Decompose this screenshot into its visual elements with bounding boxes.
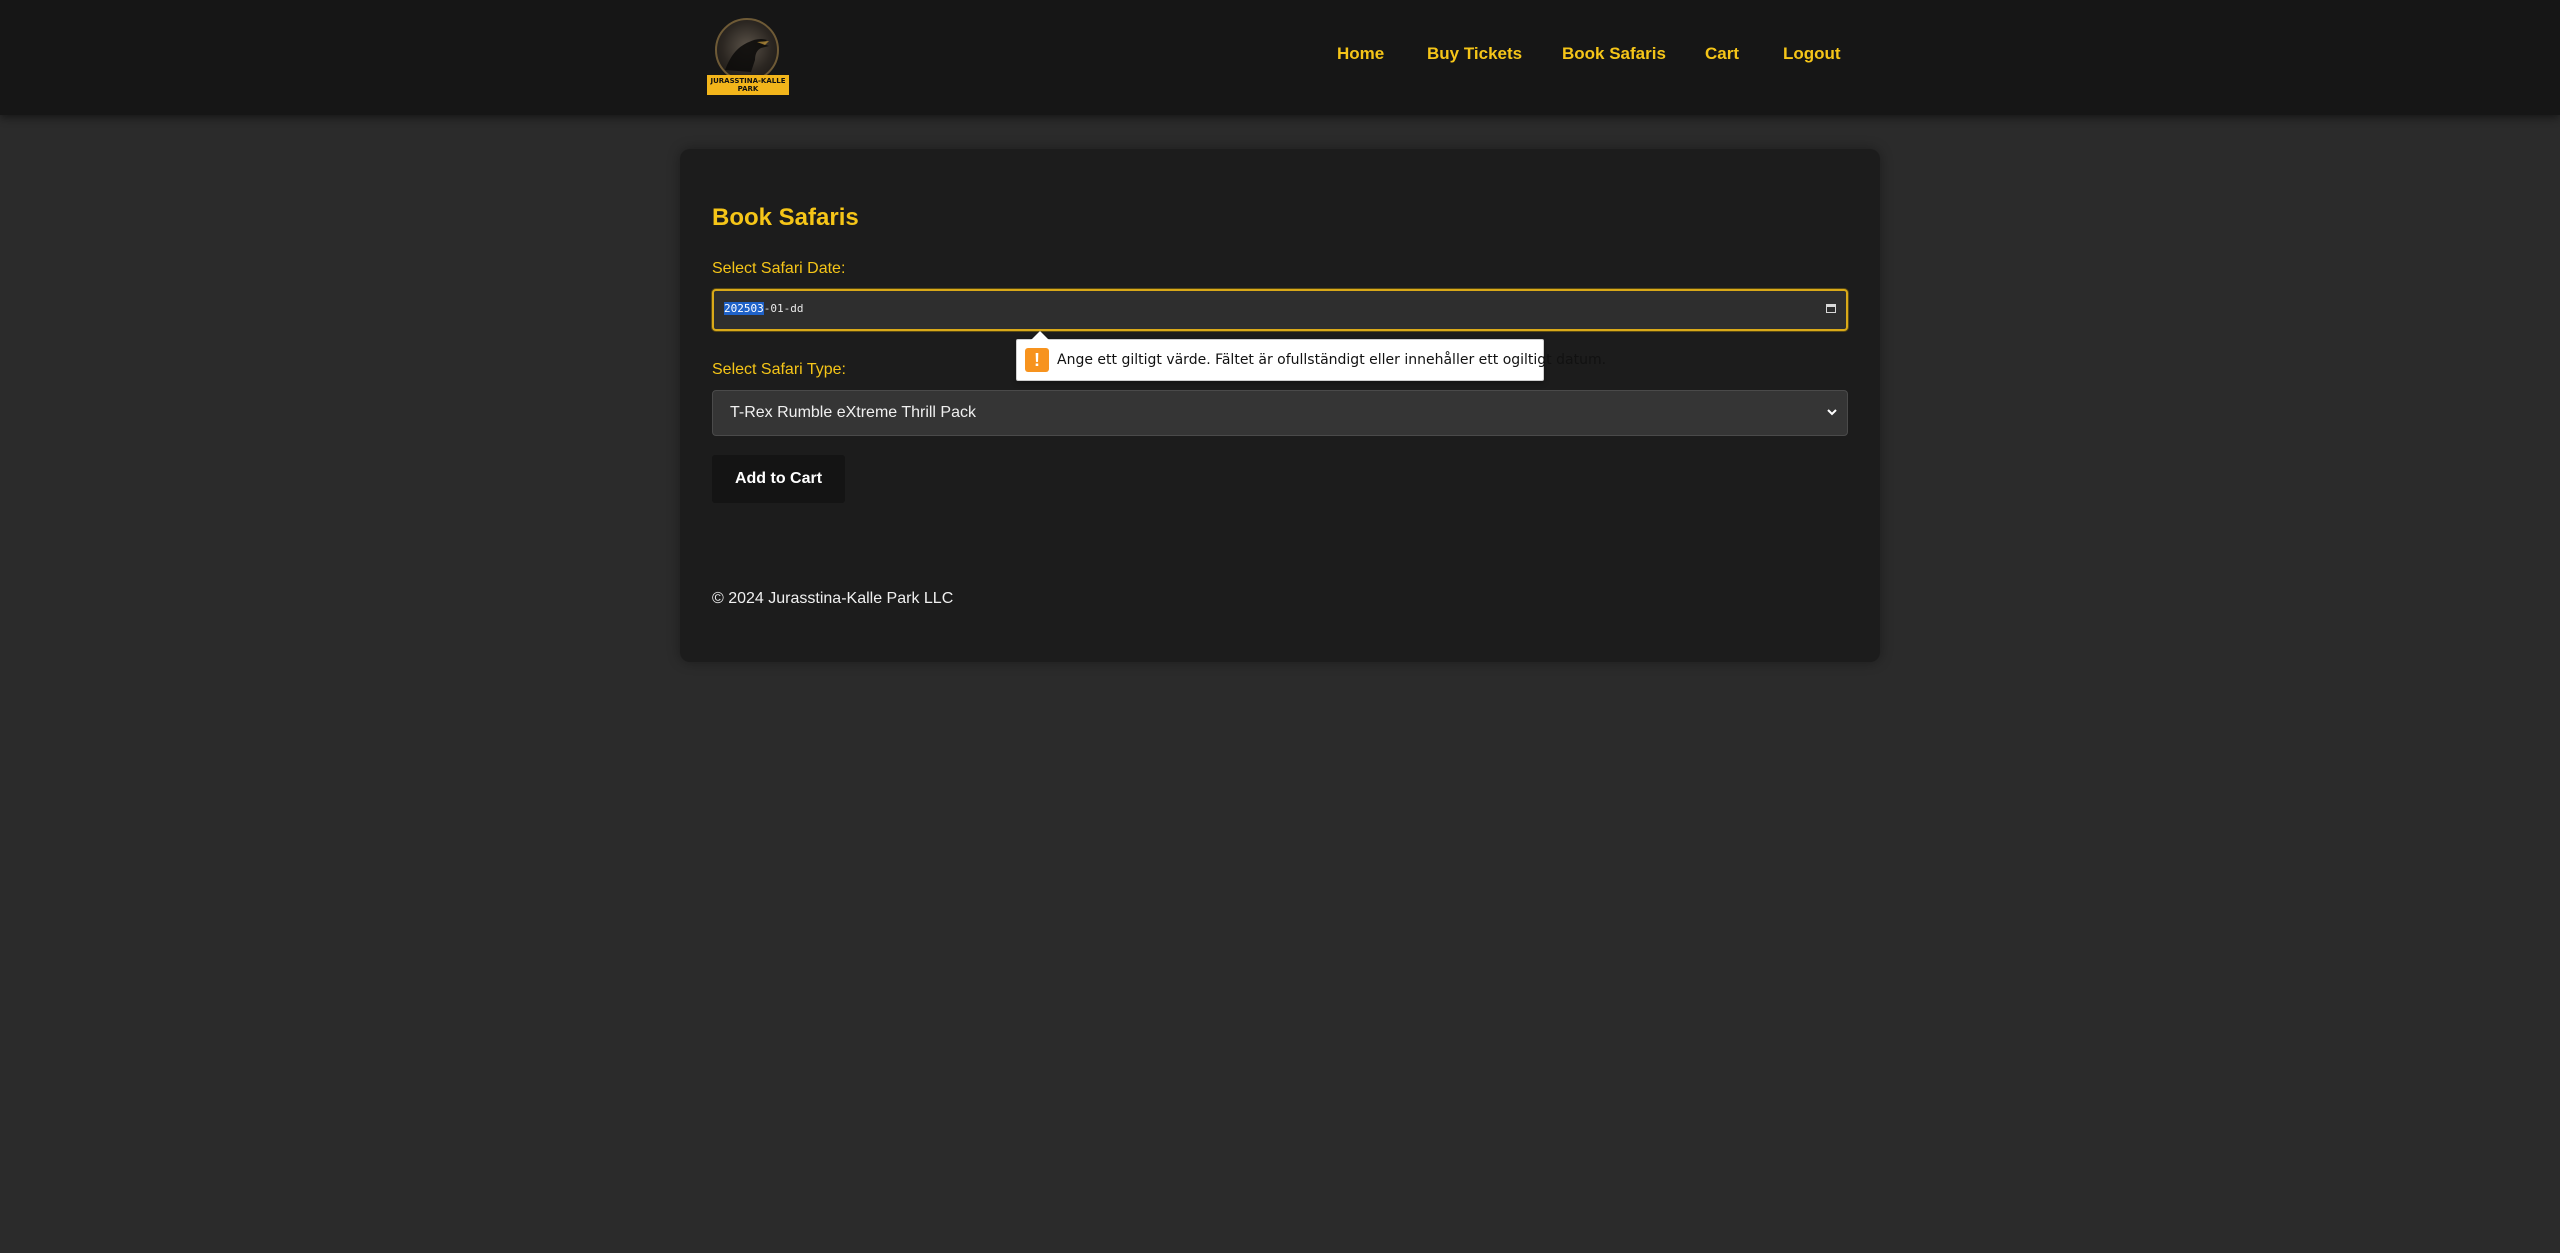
warning-icon: ! <box>1025 348 1049 372</box>
booking-card: Book Safaris Select Safari Date: 202503-… <box>680 149 1880 662</box>
top-navbar: JURASSTINA-KALLE PARK Home Buy Tickets B… <box>0 0 2560 115</box>
date-year-segment[interactable]: 202503 <box>724 302 764 315</box>
validation-message: Ange ett giltigt värde. Fältet är ofulls… <box>1057 352 1607 368</box>
footer-copyright: © 2024 Jurasstina-Kalle Park LLC <box>712 590 954 607</box>
logo-text: JURASSTINA-KALLE PARK <box>707 75 789 95</box>
nav-home[interactable]: Home <box>1337 44 1384 64</box>
safari-type-value: T-Rex Rumble eXtreme Thrill Pack <box>730 404 976 421</box>
nav-logout[interactable]: Logout <box>1783 44 1841 64</box>
add-to-cart-button[interactable]: Add to Cart <box>712 455 845 503</box>
calendar-icon[interactable] <box>1826 304 1836 313</box>
nav-buy-tickets[interactable]: Buy Tickets <box>1427 44 1522 64</box>
tooltip-arrow <box>1031 331 1049 340</box>
page-title: Book Safaris <box>712 204 859 231</box>
date-value: 202503-01-dd <box>724 302 804 315</box>
safari-date-input[interactable]: 202503-01-dd <box>712 289 1848 331</box>
date-label: Select Safari Date: <box>712 260 846 277</box>
validation-tooltip: ! Ange ett giltigt värde. Fältet är oful… <box>1016 331 1606 381</box>
main-nav: Home Buy Tickets Book Safaris Cart Logou… <box>0 44 2560 70</box>
chevron-down-icon <box>1827 409 1837 416</box>
date-rest-segment[interactable]: -01-dd <box>764 302 804 315</box>
type-label: Select Safari Type: <box>712 361 846 378</box>
safari-type-select[interactable]: T-Rex Rumble eXtreme Thrill Pack <box>712 390 1848 436</box>
nav-cart[interactable]: Cart <box>1705 44 1739 64</box>
nav-book-safaris[interactable]: Book Safaris <box>1562 44 1666 64</box>
